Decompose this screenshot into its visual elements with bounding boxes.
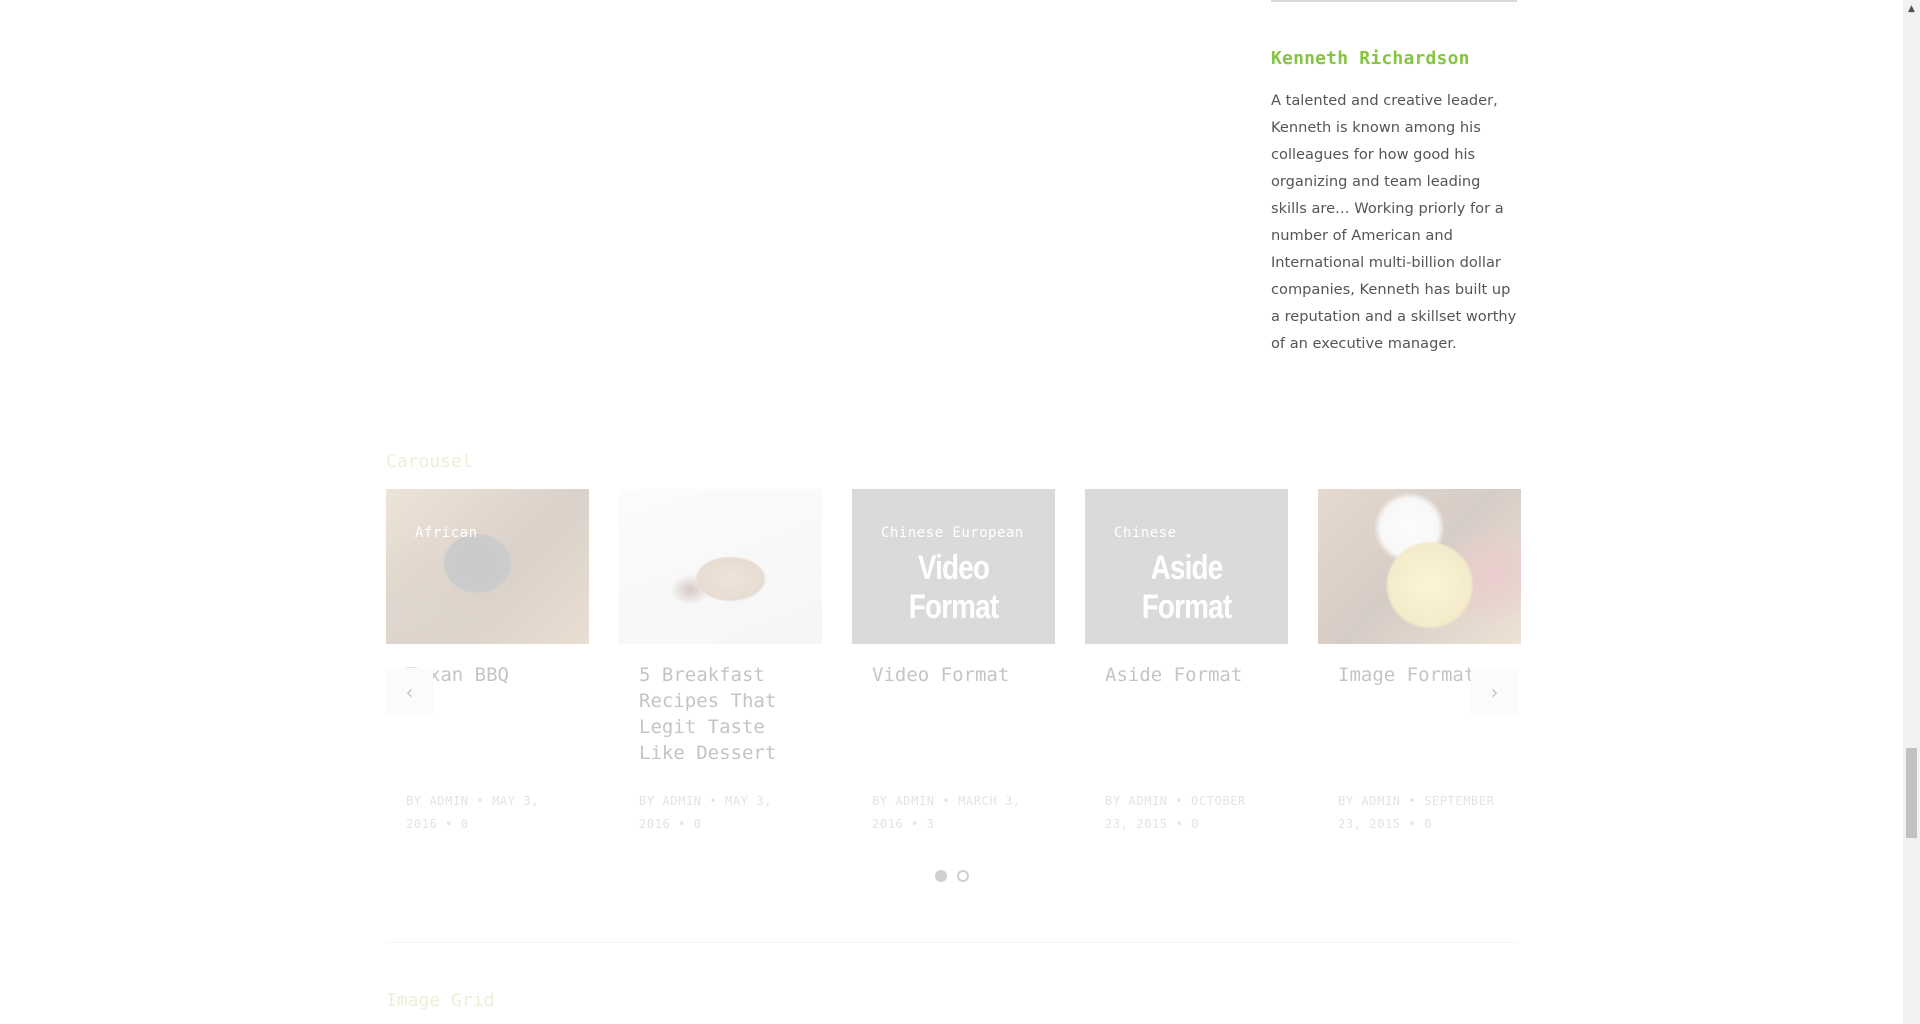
card-title[interactable]: Aside Format (1105, 662, 1268, 688)
card-thumbnail[interactable]: Chinese European Video Format (852, 489, 1055, 644)
page-scrollbar[interactable]: ▲ (1903, 0, 1920, 1024)
card-meta: BY ADMIN • MAY 3, 2016 • 0 (406, 794, 540, 831)
chevron-right-icon: › (1490, 679, 1499, 704)
carousel-pagination (386, 870, 1518, 882)
carousel-next-button[interactable]: › (1471, 668, 1518, 715)
section-divider (386, 942, 1518, 943)
page: Kenneth Richardson A talented and creati… (0, 0, 1920, 1024)
author-name[interactable]: Kenneth Richardson (1271, 48, 1517, 69)
scrollbar-thumb[interactable] (1906, 748, 1917, 838)
card-category[interactable]: African (415, 525, 478, 541)
carousel-card[interactable]: African Texan BBQ BY ADMIN • MAY 3, 2016… (386, 489, 589, 836)
card-thumbnail[interactable]: Chinese Aside Format (1085, 489, 1288, 644)
card-format-label: Video Format (908, 549, 999, 626)
card-thumbnail[interactable] (1318, 489, 1521, 644)
card-meta: BY ADMIN • MAY 3, 2016 • 0 (639, 794, 773, 831)
carousel-card[interactable]: Image Format BY ADMIN • SEPTEMBER 23, 20… (1318, 489, 1521, 836)
carousel-dot[interactable] (957, 870, 969, 882)
carousel-prev-button[interactable]: ‹ (386, 668, 433, 715)
author-bio: A talented and creative leader, Kenneth … (1271, 92, 1517, 352)
author-image-bottom-edge (1271, 0, 1517, 2)
card-category[interactable]: Chinese European (881, 525, 1024, 541)
image-grid-section-title: Image Grid (386, 990, 495, 1011)
card-category[interactable]: Chinese (1114, 525, 1177, 541)
carousel-track: African Texan BBQ BY ADMIN • MAY 3, 2016… (386, 489, 1521, 836)
scroll-up-arrow-icon[interactable]: ▲ (1903, 0, 1920, 17)
card-title[interactable]: Video Format (872, 662, 1035, 688)
carousel-card[interactable]: 5 Breakfast Recipes That Legit Taste Lik… (619, 489, 822, 836)
carousel-card[interactable]: Chinese Aside Format Aside Format BY ADM… (1085, 489, 1288, 836)
card-meta: BY ADMIN • OCTOBER 23, 2015 • 0 (1105, 794, 1246, 831)
card-thumbnail[interactable] (619, 489, 822, 644)
author-widget: Kenneth Richardson A talented and creati… (1271, 0, 1517, 357)
carousel: African Texan BBQ BY ADMIN • MAY 3, 2016… (386, 489, 1521, 882)
chevron-left-icon: ‹ (405, 679, 414, 704)
card-meta: BY ADMIN • MARCH 3, 2016 • 3 (872, 794, 1021, 831)
card-title[interactable]: 5 Breakfast Recipes That Legit Taste Lik… (639, 662, 802, 766)
carousel-section-title: Carousel (386, 451, 473, 472)
card-format-label: Aside Format (1141, 549, 1232, 626)
carousel-card[interactable]: Chinese European Video Format Video Form… (852, 489, 1055, 836)
card-meta: BY ADMIN • SEPTEMBER 23, 2015 • 0 (1338, 794, 1495, 831)
card-thumbnail[interactable]: African (386, 489, 589, 644)
carousel-dot[interactable] (935, 870, 947, 882)
